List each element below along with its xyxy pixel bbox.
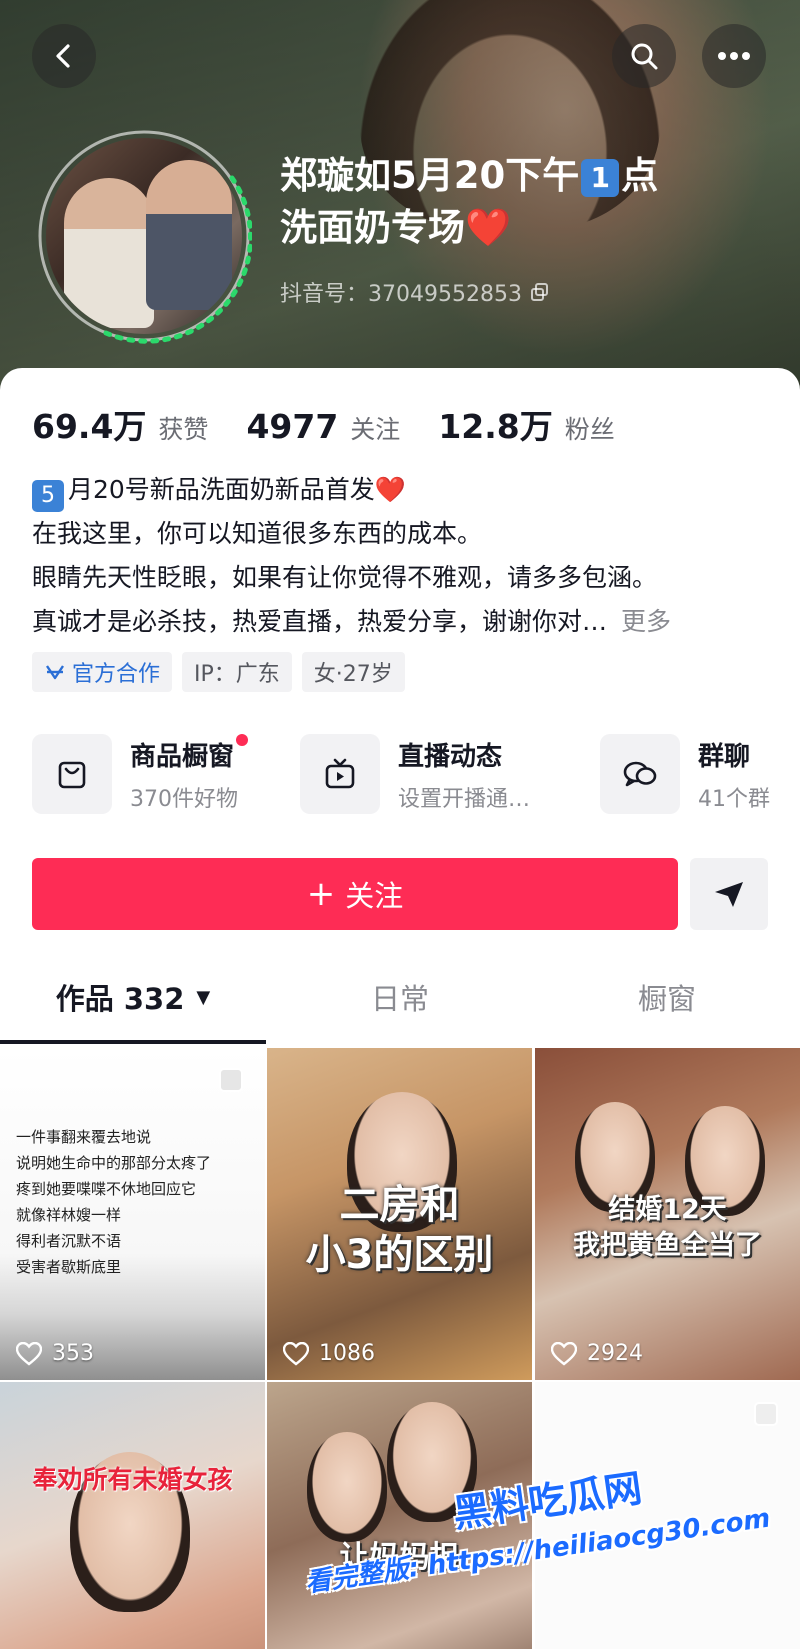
follow-button[interactable]: + 关注 (32, 858, 678, 930)
plus-icon: + (306, 874, 336, 914)
site-watermark: 黑料吃瓜网 看完整版: https://heiliaocg30.com (303, 1465, 773, 1599)
profile-bio: 5 月20号新品洗面奶新品首发❤️ 在我这里，你可以知道很多东西的成本。 眼睛先天… (32, 475, 672, 636)
multi-image-icon (219, 1068, 243, 1092)
video-tile[interactable]: 奉劝所有未婚女孩 (0, 1382, 265, 1649)
video-tile[interactable]: 二房和 小3的区别 1086 (267, 1048, 532, 1380)
tab-shop-window[interactable]: 橱窗 (534, 962, 800, 1032)
profile-header: 郑璇如5月20下午 1 点 洗面奶专场❤️ 抖音号：37049552853 (0, 0, 800, 392)
multi-image-icon (754, 1402, 778, 1426)
profile-stats: 69.4万 获赞 4977 关注 12.8万 粉丝 (32, 400, 653, 448)
number-badge: 1 (581, 158, 620, 197)
search-button[interactable] (612, 24, 676, 88)
content-tabs: 作品 332 ▼ 日常 橱窗 (0, 962, 800, 1032)
search-icon (631, 43, 658, 70)
service-shop-window[interactable]: 商品橱窗 370件好物 (32, 734, 249, 814)
tab-works[interactable]: 作品 332 ▼ (0, 962, 266, 1032)
profile-name: 郑璇如5月20下午 1 点 洗面奶专场❤️ (280, 154, 659, 249)
notification-dot (236, 734, 249, 746)
official-cooperation-icon (46, 665, 64, 680)
avatar-image (46, 138, 242, 334)
video-likes: 2924 (551, 1341, 643, 1366)
service-group-chat[interactable]: 群聊 41个群 (600, 734, 770, 814)
tag-official[interactable]: 官方合作 (32, 652, 173, 692)
tag-gender-age: 女·27岁 (301, 652, 405, 692)
heart-emoji: ❤️ (374, 475, 406, 504)
more-button[interactable] (702, 24, 766, 88)
copy-icon[interactable] (530, 282, 550, 302)
bio-more-link[interactable]: 更多 (621, 607, 671, 636)
douyin-id[interactable]: 抖音号：37049552853 (280, 276, 550, 308)
service-live-updates[interactable]: 直播动态 设置开播通… (300, 734, 530, 814)
more-dots-icon (718, 52, 750, 60)
service-entries: 商品橱窗 370件好物 直播动态 设置开播通… 群聊 41个群 (32, 734, 800, 824)
video-likes: 1086 (283, 1341, 375, 1366)
video-caption: 二房和 小3的区别 (305, 1182, 494, 1278)
back-button[interactable] (32, 24, 96, 88)
heart-outline-icon (283, 1341, 309, 1366)
profile-card: 69.4万 获赞 4977 关注 12.8万 粉丝 5 月20号新品洗面奶新品首发❤️ … (0, 368, 800, 1649)
share-button[interactable] (690, 858, 768, 930)
tv-icon (325, 758, 355, 789)
profile-tags: 官方合作 IP：广东 女·27岁 (32, 652, 405, 692)
video-tile[interactable]: 一件事翻来覆去地说 说明她生命中的那部分太疼了 疼到她要喋喋不休地回应它 就像祥… (0, 1048, 265, 1380)
video-text-content: 一件事翻来覆去地说 说明她生命中的那部分太疼了 疼到她要喋喋不休地回应它 就像祥… (16, 1128, 212, 1276)
shopping-bag-icon (58, 761, 86, 789)
video-likes: 353 (16, 1341, 94, 1366)
number-badge: 5 (32, 480, 64, 512)
stat-likes[interactable]: 69.4万 获赞 (32, 400, 208, 448)
stat-followers[interactable]: 12.8万 粉丝 (438, 400, 614, 448)
avatar[interactable] (36, 128, 252, 344)
video-caption: 奉劝所有未婚女孩 (32, 1465, 233, 1494)
video-tile[interactable]: 结婚12天 我把黄鱼全当了 2924 (535, 1048, 800, 1380)
active-tab-indicator (0, 1040, 266, 1044)
tag-ip: IP：广东 (182, 652, 292, 692)
send-arrow-icon (715, 882, 743, 907)
tab-daily[interactable]: 日常 (266, 962, 534, 1032)
heart-outline-icon (551, 1341, 577, 1366)
chevron-left-icon (56, 44, 70, 68)
stat-following[interactable]: 4977 关注 (246, 407, 400, 446)
heart-outline-icon (16, 1341, 42, 1366)
caret-down-icon: ▼ (196, 986, 211, 1008)
heart-emoji: ❤️ (465, 206, 512, 249)
video-caption: 结婚12天 我把黄鱼全当了 (573, 1194, 762, 1261)
chat-bubbles-icon (623, 761, 657, 787)
